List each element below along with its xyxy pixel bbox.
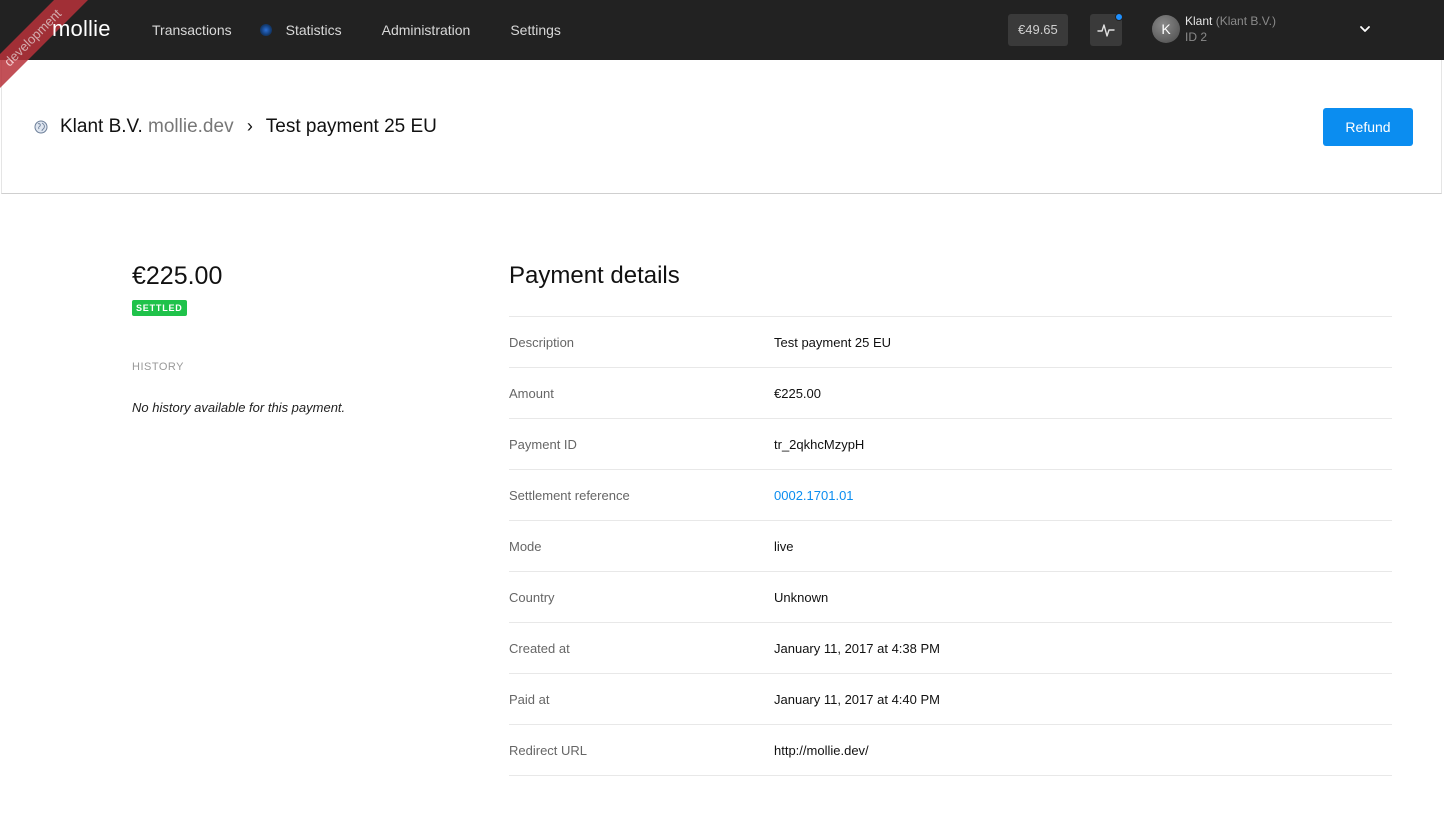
detail-row-mode: Mode live bbox=[509, 521, 1392, 572]
details-heading: Payment details bbox=[509, 262, 680, 289]
detail-value: January 11, 2017 at 4:40 PM bbox=[774, 691, 940, 707]
detail-value: January 11, 2017 at 4:38 PM bbox=[774, 640, 940, 656]
main-nav: Transactions Statistics Administration S… bbox=[152, 0, 601, 60]
nav-item-administration[interactable]: Administration bbox=[382, 22, 471, 38]
detail-row-description: Description Test payment 25 EU bbox=[509, 317, 1392, 368]
nav-item-transactions[interactable]: Transactions bbox=[152, 22, 232, 38]
nav-item-label: Statistics bbox=[285, 22, 342, 38]
detail-value: Test payment 25 EU bbox=[774, 334, 892, 350]
user-id: ID 2 bbox=[1185, 30, 1208, 44]
top-navbar: development mollie Transactions Statisti… bbox=[0, 0, 1444, 100]
page-header: Klant B.V. mollie.dev › Test payment 25 … bbox=[1, 60, 1442, 194]
detail-row-country: Country Unknown bbox=[509, 572, 1392, 623]
detail-value: Unknown bbox=[774, 589, 829, 605]
user-org-name: (Klant B.V.) bbox=[1215, 14, 1276, 28]
active-indicator-icon bbox=[259, 24, 272, 36]
page-title: Test payment 25 EU bbox=[265, 116, 437, 137]
status-badge: SETTLED bbox=[132, 300, 187, 316]
chevron-down-icon[interactable] bbox=[1359, 24, 1371, 34]
nav-item-label: Settings bbox=[510, 22, 561, 38]
breadcrumb-org[interactable]: Klant B.V. bbox=[60, 116, 143, 137]
detail-label: Created at bbox=[509, 640, 570, 656]
detail-label: Redirect URL bbox=[509, 742, 588, 758]
detail-value: http://mollie.dev/ bbox=[774, 742, 869, 758]
nav-item-label: Administration bbox=[381, 22, 471, 38]
user-first-name: Klant bbox=[1185, 14, 1213, 28]
breadcrumb-separator-icon: › bbox=[246, 116, 253, 136]
nav-item-label: Transactions bbox=[152, 22, 232, 38]
activity-button[interactable] bbox=[1090, 13, 1123, 46]
detail-value: live bbox=[774, 538, 794, 554]
detail-row-paid-at: Paid at January 11, 2017 at 4:40 PM bbox=[509, 674, 1392, 725]
payment-details-table: Description Test payment 25 EU Amount €2… bbox=[509, 316, 1392, 776]
detail-row-amount: Amount €225.00 bbox=[509, 368, 1392, 419]
history-empty-message: No history available for this payment. bbox=[132, 400, 346, 415]
mollie-logo[interactable]: mollie bbox=[52, 16, 111, 42]
detail-value: €225.00 bbox=[774, 385, 821, 401]
payment-amount: €225.00 bbox=[132, 262, 223, 290]
detail-value: tr_2qkhcMzypH bbox=[774, 436, 865, 452]
detail-label: Paid at bbox=[509, 691, 550, 707]
detail-row-settlement-reference: Settlement reference 0002.1701.01 bbox=[509, 470, 1392, 521]
refund-button[interactable]: Refund bbox=[1323, 108, 1413, 146]
breadcrumb-domain[interactable]: mollie.dev bbox=[148, 116, 234, 137]
detail-label: Settlement reference bbox=[509, 487, 630, 503]
detail-row-payment-id: Payment ID tr_2qkhcMzypH bbox=[509, 419, 1392, 470]
user-name[interactable]: Klant (Klant B.V.) bbox=[1185, 14, 1276, 28]
nav-item-settings[interactable]: Settings bbox=[510, 22, 561, 38]
history-heading: HISTORY bbox=[132, 361, 184, 373]
notification-badge bbox=[1115, 13, 1123, 21]
globe-icon bbox=[34, 120, 48, 134]
detail-row-created-at: Created at January 11, 2017 at 4:38 PM bbox=[509, 623, 1392, 674]
detail-row-redirect-url: Redirect URL http://mollie.dev/ bbox=[509, 725, 1392, 776]
breadcrumb: Klant B.V. mollie.dev › Test payment 25 … bbox=[60, 116, 437, 138]
activity-pulse-icon bbox=[1097, 24, 1115, 37]
detail-label: Description bbox=[509, 334, 575, 350]
detail-label: Amount bbox=[509, 385, 554, 401]
detail-label: Mode bbox=[509, 538, 542, 554]
settlement-reference-link[interactable]: 0002.1701.01 bbox=[774, 488, 854, 503]
detail-label: Country bbox=[509, 589, 555, 605]
balance-button[interactable]: €49.65 bbox=[1008, 14, 1068, 46]
avatar[interactable]: K bbox=[1152, 15, 1180, 43]
detail-label: Payment ID bbox=[509, 436, 577, 452]
nav-item-statistics[interactable]: Statistics bbox=[259, 22, 342, 38]
